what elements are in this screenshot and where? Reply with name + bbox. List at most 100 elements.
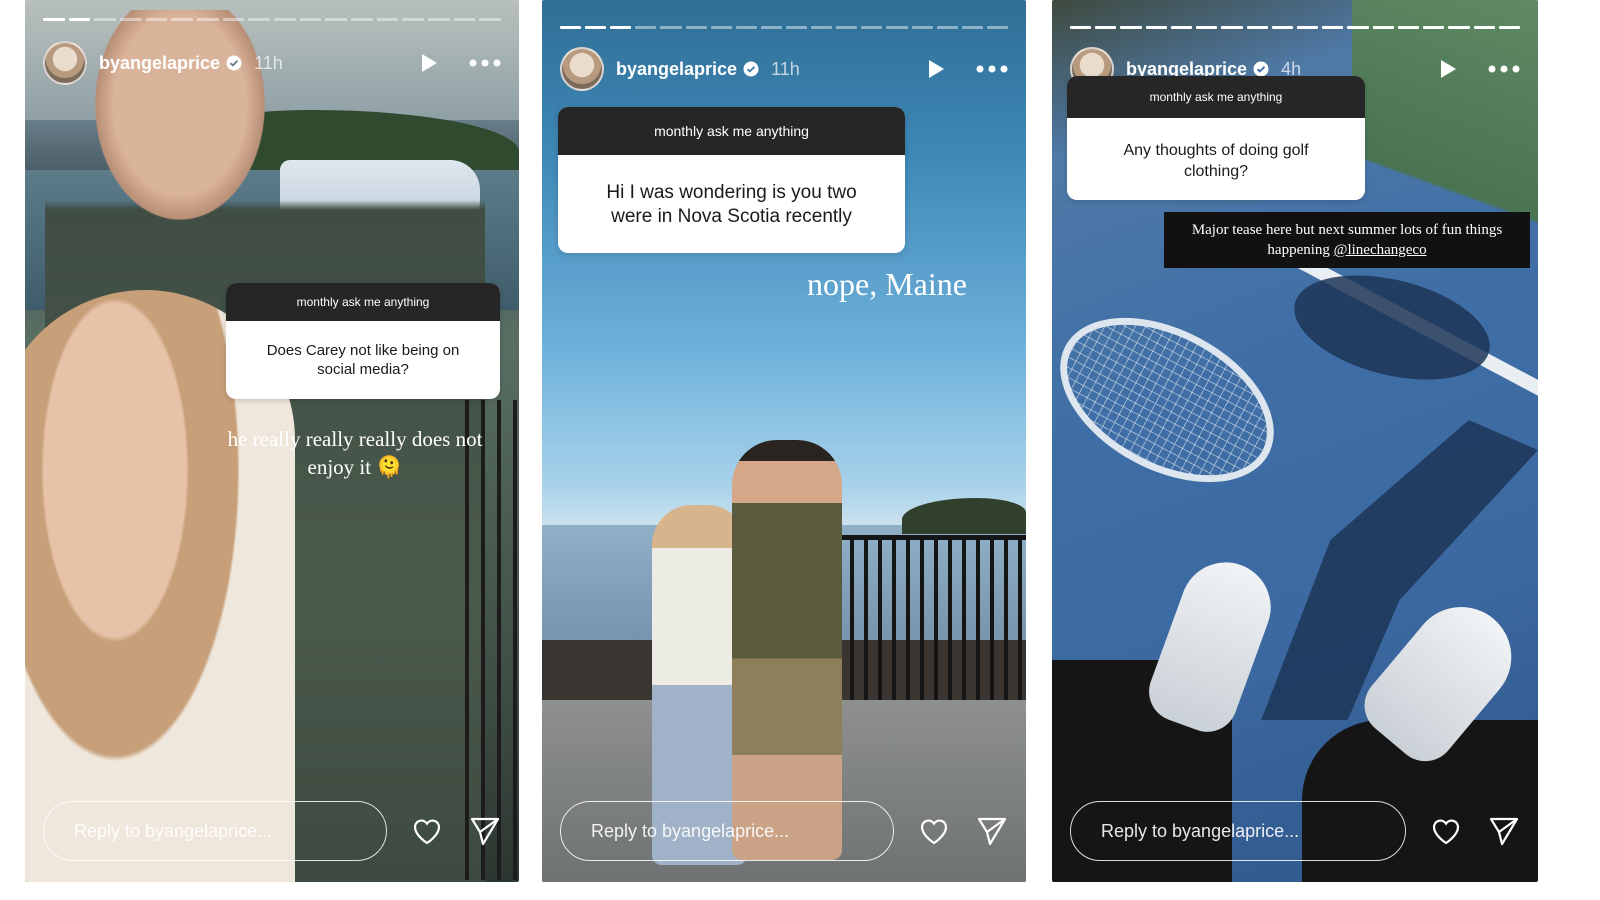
- progress-segment: [351, 18, 373, 21]
- tennis-racket: [1052, 284, 1302, 516]
- progress-segment: [836, 26, 858, 29]
- story-panel-3[interactable]: byangelaprice 4h monthly ask me anything…: [1052, 0, 1538, 882]
- progress-segment: [1296, 26, 1319, 29]
- question-header: monthly ask me anything: [226, 283, 500, 321]
- progress-segment: [785, 26, 808, 29]
- progress-segment: [811, 26, 833, 29]
- more-options-icon[interactable]: [976, 65, 1008, 73]
- progress-segment: [428, 18, 450, 21]
- question-text: Hi I was wondering is you two were in No…: [606, 182, 857, 227]
- question-sticker[interactable]: monthly ask me anything Hi I was wonderi…: [558, 107, 905, 253]
- send-icon[interactable]: [976, 815, 1008, 847]
- reply-placeholder: Reply to byangelaprice...: [74, 820, 273, 841]
- avatar[interactable]: [560, 47, 604, 91]
- story-progress-bar: [1070, 26, 1520, 29]
- progress-segment: [325, 18, 348, 21]
- progress-segment: [760, 26, 782, 29]
- reply-bar: Reply to byangelaprice...: [1070, 800, 1520, 862]
- progress-segment: [560, 26, 582, 29]
- play-icon[interactable]: [1436, 58, 1458, 80]
- progress-segment: [1473, 26, 1495, 29]
- more-options-icon[interactable]: [1488, 65, 1520, 73]
- reply-input[interactable]: Reply to byangelaprice...: [43, 801, 387, 861]
- progress-segment: [1196, 26, 1218, 29]
- progress-segment: [222, 18, 245, 21]
- username[interactable]: byangelaprice: [99, 53, 220, 74]
- progress-segment: [1145, 26, 1167, 29]
- progress-segment: [453, 18, 476, 21]
- progress-segment: [585, 26, 607, 29]
- question-sticker[interactable]: monthly ask me anything Does Carey not l…: [226, 283, 500, 399]
- progress-segment: [710, 26, 732, 29]
- man-figure: [732, 440, 842, 860]
- reply-input[interactable]: Reply to byangelaprice...: [1070, 801, 1406, 861]
- username[interactable]: byangelaprice: [616, 59, 737, 80]
- progress-segment: [1221, 26, 1243, 29]
- reply-placeholder: Reply to byangelaprice...: [1101, 820, 1300, 841]
- progress-segment: [1170, 26, 1193, 29]
- verified-badge-icon: [743, 61, 759, 77]
- progress-segment: [685, 26, 707, 29]
- story-header: byangelaprice 11h: [43, 40, 501, 86]
- progress-segment: [610, 26, 632, 29]
- mention-link[interactable]: @linechangeco: [1334, 242, 1427, 258]
- story-caption: he really really really does not enjoy i…: [227, 427, 483, 479]
- reply-placeholder: Reply to byangelaprice...: [591, 820, 790, 841]
- progress-segment: [886, 26, 908, 29]
- progress-segment: [171, 18, 194, 21]
- progress-segment: [68, 18, 91, 21]
- progress-segment: [1423, 26, 1445, 29]
- story-progress-bar: [560, 26, 1008, 29]
- heart-icon[interactable]: [918, 815, 950, 847]
- progress-segment: [735, 26, 757, 29]
- send-icon[interactable]: [1488, 815, 1520, 847]
- verified-badge-icon: [226, 55, 242, 71]
- progress-segment: [299, 18, 322, 21]
- story-panel-2[interactable]: byangelaprice 11h monthly ask me anythin…: [542, 0, 1026, 882]
- avatar[interactable]: [43, 41, 87, 85]
- post-time: 11h: [254, 52, 283, 73]
- progress-segment: [660, 26, 682, 29]
- question-text: Any thoughts of doing golf clothing?: [1123, 142, 1309, 180]
- progress-segment: [1120, 26, 1142, 29]
- progress-segment: [861, 26, 883, 29]
- send-icon[interactable]: [469, 815, 501, 847]
- question-text: Does Carey not like being on social medi…: [266, 342, 460, 378]
- progress-segment: [961, 26, 983, 29]
- background-island: [902, 498, 1026, 534]
- progress-segment: [1448, 26, 1470, 29]
- progress-segment: [911, 26, 933, 29]
- progress-segment: [1397, 26, 1420, 29]
- progress-segment: [376, 18, 399, 21]
- progress-segment: [120, 18, 142, 21]
- progress-segment: [145, 18, 168, 21]
- post-time: 11h: [771, 58, 800, 79]
- question-header: monthly ask me anything: [1067, 76, 1365, 118]
- play-icon[interactable]: [417, 52, 439, 74]
- progress-segment: [1498, 26, 1520, 29]
- question-sticker[interactable]: monthly ask me anything Any thoughts of …: [1067, 76, 1365, 200]
- progress-segment: [1271, 26, 1293, 29]
- progress-segment: [1070, 26, 1092, 29]
- progress-segment: [1246, 26, 1268, 29]
- play-icon[interactable]: [924, 58, 946, 80]
- progress-segment: [635, 26, 657, 29]
- progress-segment: [402, 18, 425, 21]
- story-caption-box: Major tease here but next summer lots of…: [1164, 212, 1530, 268]
- progress-segment: [936, 26, 958, 29]
- story-header: byangelaprice 11h: [560, 46, 1008, 92]
- progress-segment: [1095, 26, 1117, 29]
- heart-icon[interactable]: [411, 815, 443, 847]
- story-progress-bar: [43, 18, 502, 21]
- progress-segment: [1347, 26, 1369, 29]
- progress-segment: [197, 18, 219, 21]
- verified-badge-icon: [1253, 61, 1269, 77]
- reply-input[interactable]: Reply to byangelaprice...: [560, 801, 894, 861]
- heart-icon[interactable]: [1430, 815, 1462, 847]
- progress-segment: [986, 26, 1008, 29]
- more-options-icon[interactable]: [469, 59, 501, 67]
- story-caption: nope, Maine: [807, 266, 967, 302]
- progress-segment: [43, 18, 65, 21]
- progress-segment: [479, 18, 502, 21]
- story-panel-1[interactable]: byangelaprice 11h monthly ask me anythin…: [25, 0, 519, 882]
